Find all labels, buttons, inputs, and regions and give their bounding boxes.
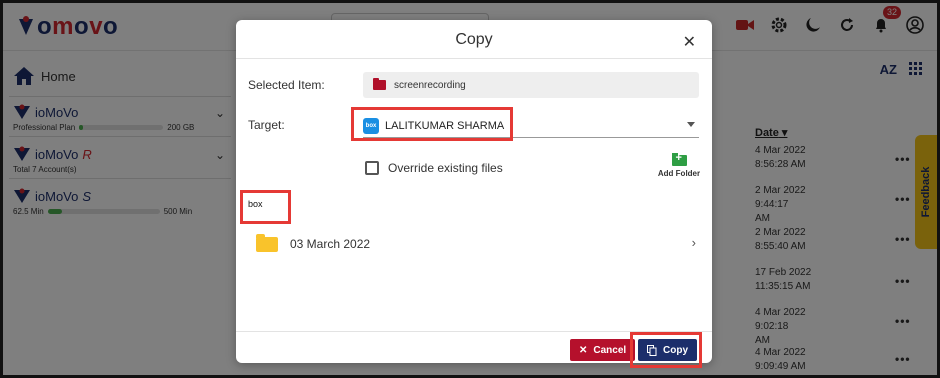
override-checkbox[interactable] [365, 161, 379, 175]
highlight-target [351, 107, 513, 141]
override-label: Override existing files [388, 161, 503, 175]
dialog-title: Copy [455, 31, 493, 48]
app-window: omovo 32 [0, 0, 940, 378]
selected-item-label: Selected Item: [248, 78, 325, 92]
highlight-breadcrumb [240, 190, 291, 224]
add-folder-icon [671, 152, 687, 166]
close-icon: ✕ [579, 344, 588, 356]
chevron-right-icon[interactable]: › [692, 235, 696, 250]
folder-list-item[interactable]: 03 March 2022 › [256, 233, 696, 255]
folder-icon [373, 78, 386, 90]
copy-dialog: Copy ✕ Selected Item: screenrecording Ta… [236, 20, 712, 368]
selected-item-field: screenrecording [363, 72, 699, 98]
divider [236, 58, 712, 59]
override-option[interactable]: Override existing files [365, 161, 503, 175]
selected-item-value: screenrecording [394, 79, 466, 91]
caret-down-icon[interactable] [687, 122, 695, 127]
add-folder-label: Add Folder [657, 169, 701, 178]
close-icon[interactable]: ✕ [683, 32, 696, 52]
highlight-copy [630, 332, 702, 368]
add-folder-button[interactable]: Add Folder [654, 152, 704, 178]
target-label: Target: [248, 118, 285, 132]
folder-name: 03 March 2022 [290, 237, 371, 251]
folder-icon [256, 233, 278, 252]
cancel-button[interactable]: ✕ Cancel [570, 339, 636, 361]
